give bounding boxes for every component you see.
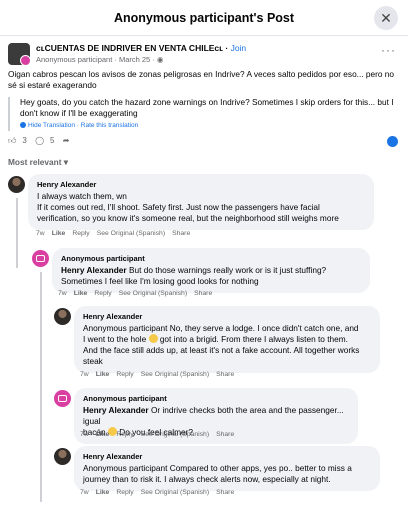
comment-line: I went to the hole	[83, 334, 147, 344]
avatar[interactable]	[54, 390, 71, 407]
close-icon: ✕	[380, 9, 392, 26]
anonymous-avatar-icon	[20, 55, 30, 65]
thread-line	[16, 198, 18, 268]
comment-line: Anonymous participant Compared to other …	[83, 463, 352, 473]
comment-line: If it comes out red, I'll shoot. Safety …	[37, 202, 320, 212]
post-date[interactable]: March 25	[119, 55, 150, 64]
like-reaction-icon[interactable]: 👍︎	[8, 136, 16, 145]
comment-line: But do those warnings really work or is …	[126, 265, 327, 275]
close-button[interactable]: ✕	[374, 6, 398, 30]
anonymous-icon	[36, 255, 45, 262]
comment-actions: 7w Like Reply See Original (Spanish) Share	[36, 230, 197, 237]
comment-line: verification, so you know it's someone r…	[37, 213, 339, 223]
comment-actions: 7w Like Reply See Original (Spanish) Share	[80, 371, 241, 378]
comment-actions: 7w Like Reply See Original (Spanish) Share	[58, 290, 219, 297]
anonymous-icon	[58, 395, 67, 402]
comment-time[interactable]: 7w	[80, 371, 89, 378]
reply-button[interactable]: Reply	[94, 290, 111, 297]
rate-translation-link[interactable]: Rate this translation	[81, 122, 138, 129]
translate-icon	[20, 122, 26, 128]
comment-author[interactable]: Henry Alexander	[83, 451, 371, 462]
comment-sort-dropdown[interactable]: Most relevant ▾	[8, 157, 68, 167]
comment-icon[interactable]: ◯	[35, 136, 44, 145]
emoji-icon	[148, 334, 158, 343]
group-name: ᴄʟCUENTAS DE INDRIVER EN VENTA CHILEᴄʟ ·…	[36, 43, 247, 53]
comment-actions: 7w Like Reply See Original (Spanish) Share	[80, 431, 241, 438]
see-original-button[interactable]: See Original (Spanish)	[141, 489, 209, 496]
more-options-button[interactable]: ···	[381, 43, 396, 57]
reaction-count: 3	[22, 136, 27, 145]
mention-link[interactable]: Henry Alexander	[83, 405, 149, 415]
comment-bubble: Henry Alexander I always watch them, wn …	[28, 174, 374, 230]
comment-author[interactable]: Anonymous participant	[61, 253, 361, 264]
post-header: ᴄʟCUENTAS DE INDRIVER EN VENTA CHILEᴄʟ ·…	[8, 41, 400, 69]
post-text: Oigan cabros pescan los avisos de zonas …	[8, 69, 395, 90]
share-button[interactable]: Share	[172, 230, 190, 237]
group-avatar[interactable]	[8, 43, 30, 65]
comment-time[interactable]: 7w	[80, 489, 89, 496]
see-original-button[interactable]: See Original (Spanish)	[119, 290, 187, 297]
post-content[interactable]: ᴄʟCUENTAS DE INDRIVER EN VENTA CHILEᴄʟ ·…	[0, 37, 408, 512]
comment-actions: 7w Like Reply See Original (Spanish) Share	[80, 489, 241, 496]
comment-time[interactable]: 7w	[58, 290, 67, 297]
comment-time[interactable]: 7w	[36, 230, 45, 237]
like-button[interactable]: Like	[74, 290, 88, 297]
like-button[interactable]: Like	[96, 371, 110, 378]
post-dialog-header: Anonymous participant's Post ✕	[0, 0, 408, 36]
comment-line: steak	[83, 356, 103, 366]
sort-label: Most relevant	[8, 157, 62, 167]
chevron-down-icon: ▾	[63, 157, 68, 167]
comment-line: And the face still adds up, at least it'…	[83, 345, 360, 355]
avatar[interactable]	[32, 250, 49, 267]
share-button[interactable]: Share	[216, 489, 234, 496]
see-original-button[interactable]: See Original (Spanish)	[141, 371, 209, 378]
avatar[interactable]	[8, 176, 25, 193]
comment-bubble: Anonymous participant Henry Alexander Bu…	[52, 248, 370, 293]
reply-button[interactable]: Reply	[116, 431, 133, 438]
reply-button[interactable]: Reply	[116, 489, 133, 496]
like-button[interactable]: Like	[52, 230, 66, 237]
messenger-icon[interactable]	[387, 136, 398, 147]
see-original-button[interactable]: See Original (Spanish)	[97, 230, 165, 237]
share-button[interactable]: Share	[194, 290, 212, 297]
share-button[interactable]: Share	[216, 431, 234, 438]
translation-text: Hey goats, do you catch the hazard zone …	[20, 97, 394, 118]
avatar[interactable]	[54, 448, 71, 465]
comment-line: I always watch them, wn	[37, 191, 127, 201]
share-icon[interactable]: ➦	[63, 136, 70, 145]
group-name-link[interactable]: ᴄʟCUENTAS DE INDRIVER EN VENTA CHILEᴄʟ	[36, 43, 223, 53]
join-link[interactable]: Join	[231, 43, 247, 53]
comment-author[interactable]: Anonymous participant	[83, 393, 349, 404]
share-button[interactable]: Share	[216, 371, 234, 378]
hide-translation-link[interactable]: Hide Translation	[28, 122, 75, 129]
comment-line: journey than to risk it. I always check …	[83, 474, 331, 484]
comment-line: Anonymous participant No, they serve a l…	[83, 323, 359, 333]
like-button[interactable]: Like	[96, 431, 110, 438]
dialog-title: Anonymous participant's Post	[113, 10, 295, 25]
comment-bubble: Henry Alexander Anonymous participant No…	[74, 306, 380, 373]
comment-author[interactable]: Henry Alexander	[83, 311, 371, 322]
reply-button[interactable]: Reply	[72, 230, 89, 237]
post-author: Anonymous participant	[36, 55, 113, 64]
thread-line	[40, 272, 42, 502]
mention-link[interactable]: Henry Alexander	[61, 265, 127, 275]
comment-line: Sometimes I feel like I'm losing good lo…	[61, 276, 259, 286]
post-meta: Anonymous participant · March 25 · ◉	[36, 55, 164, 64]
comment-bubble: Henry Alexander Anonymous participant Co…	[74, 446, 380, 491]
comment-count: 5	[50, 136, 55, 145]
globe-icon: ◉	[156, 55, 164, 64]
translation-links: Hide Translation · Rate this translation	[20, 120, 400, 131]
comment-line: got into a brigid. From there I always l…	[157, 334, 348, 344]
post-stats: 👍︎ 3 ◯ 5 ➦	[8, 136, 400, 148]
post-translation: Hey goats, do you catch the hazard zone …	[8, 97, 400, 131]
see-original-button[interactable]: See Original (Spanish)	[141, 431, 209, 438]
avatar[interactable]	[54, 308, 71, 325]
like-button[interactable]: Like	[96, 489, 110, 496]
comment-author[interactable]: Henry Alexander	[37, 179, 365, 190]
reply-button[interactable]: Reply	[116, 371, 133, 378]
comment-time[interactable]: 7w	[80, 431, 89, 438]
